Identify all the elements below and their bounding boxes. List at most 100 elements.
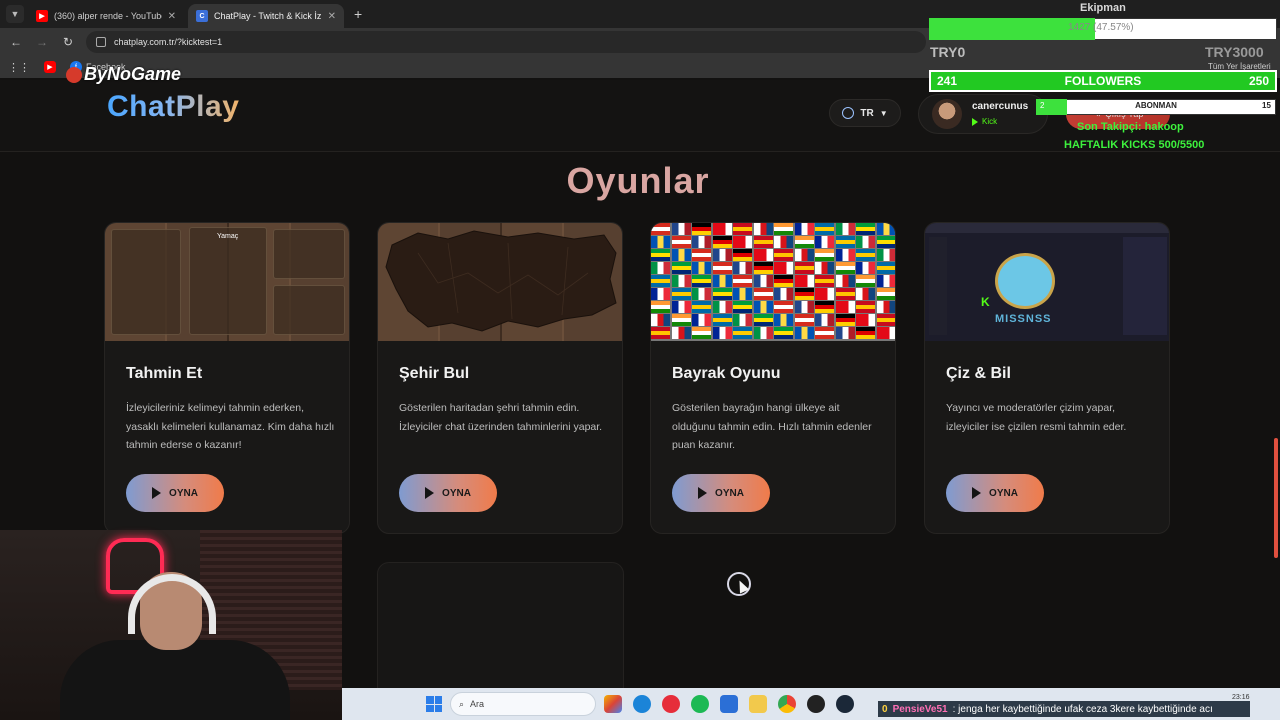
game-thumbnail[interactable]: Yamaç	[105, 223, 349, 341]
game-description: Yayıncı ve moderatörler çizim yapar, izl…	[946, 402, 1127, 433]
flag-tile-icon	[835, 262, 855, 274]
flag-tile-icon	[794, 301, 814, 313]
flag-tile-icon	[815, 223, 834, 235]
play-icon	[425, 487, 435, 499]
game-thumbnail[interactable]	[651, 223, 895, 341]
chatplay-logo[interactable]: ChatPlay	[107, 90, 239, 124]
game-title: Bayrak Oyunu	[672, 365, 781, 382]
chevron-down-icon: ▼	[879, 108, 888, 118]
flag-tile-icon	[671, 301, 691, 313]
media-player-icon[interactable]	[662, 695, 680, 713]
page-title: Oyunlar	[566, 160, 710, 201]
store-icon[interactable]	[720, 695, 738, 713]
page-scrollbar[interactable]	[1274, 438, 1278, 558]
game-card-bayrak-oyunu: Bayrak Oyunu Gösterilen bayrağın hangi ü…	[650, 222, 896, 534]
flag-tile-icon	[651, 275, 670, 287]
forward-icon[interactable]: →	[34, 35, 50, 49]
flag-tile-icon	[774, 275, 793, 287]
play-button[interactable]: OYNA	[126, 474, 224, 512]
site-info-icon[interactable]	[96, 37, 106, 47]
flag-tile-icon	[712, 327, 732, 339]
flag-tile-icon	[794, 262, 814, 274]
back-icon[interactable]: ←	[8, 35, 24, 49]
play-button[interactable]: OYNA	[946, 474, 1044, 512]
flag-tile-icon	[835, 223, 855, 235]
play-icon	[152, 487, 162, 499]
spotify-icon[interactable]	[691, 695, 709, 713]
flag-tile-icon	[692, 249, 711, 261]
flag-tile-icon	[692, 301, 711, 313]
copilot-icon[interactable]	[604, 695, 622, 713]
tab-chatplay[interactable]: C ChatPlay - Twitch & Kick İzleyici ✕	[188, 4, 344, 28]
flag-tile-icon	[835, 301, 855, 313]
taskbar-search[interactable]: ⌕ Ara	[450, 692, 596, 716]
flag-tile-icon	[876, 236, 895, 248]
address-bar[interactable]: chatplay.com.tr/?kicktest=1	[86, 31, 926, 53]
flag-tile-icon	[733, 327, 752, 339]
youtube-bookmark-icon[interactable]: ▶	[44, 61, 56, 73]
flag-tile-icon	[733, 301, 752, 313]
tab-title: ChatPlay - Twitch & Kick İzleyici	[214, 11, 322, 21]
steam-icon[interactable]	[836, 695, 854, 713]
tab-search-chevron-icon[interactable]: ▼	[6, 5, 24, 23]
url-text: chatplay.com.tr/?kicktest=1	[114, 37, 223, 47]
flag-tile-icon	[733, 314, 752, 326]
game-card-sehir-bul: Şehir Bul Gösterilen haritadan şehri tah…	[377, 222, 623, 534]
tab-youtube[interactable]: ▶ (360) alper rende - YouTube ✕	[28, 4, 184, 28]
obs-icon[interactable]	[807, 695, 825, 713]
chrome-icon[interactable]	[778, 695, 796, 713]
bynogame-logo-icon	[66, 66, 82, 83]
game-thumbnail[interactable]: K MISSNSS	[925, 223, 1169, 341]
flag-tile-icon	[774, 327, 793, 339]
flag-tile-icon	[774, 236, 793, 248]
flag-tile-icon	[815, 275, 834, 287]
apps-grid-icon[interactable]: ⋮⋮	[8, 61, 30, 74]
tab-title: (360) alper rende - YouTube	[54, 11, 162, 21]
avatar	[932, 99, 962, 129]
flag-tile-icon	[794, 288, 814, 300]
flag-tile-icon	[876, 288, 895, 300]
close-tab-icon[interactable]: ✕	[328, 11, 336, 22]
subs-count: 15	[1262, 101, 1271, 110]
flag-tile-icon	[876, 314, 895, 326]
flag-tile-icon	[835, 327, 855, 339]
flag-tile-icon	[712, 314, 732, 326]
windows-start-icon[interactable]	[426, 696, 442, 712]
game-title: Tahmin Et	[126, 365, 203, 382]
flag-tile-icon	[753, 275, 773, 287]
flag-tile-icon	[712, 288, 732, 300]
flag-tile-icon	[671, 314, 691, 326]
flag-tile-icon	[651, 236, 670, 248]
flag-tile-icon	[733, 275, 752, 287]
new-tab-button[interactable]: +	[348, 6, 368, 22]
flag-tile-icon	[712, 249, 732, 261]
game-description: İzleyicileriniz kelimeyi tahmin ederken,…	[126, 402, 335, 451]
flag-tile-icon	[835, 236, 855, 248]
flag-tile-icon	[651, 223, 670, 235]
goal-max: TRY3000	[1205, 44, 1264, 60]
flag-tile-icon	[692, 223, 711, 235]
flag-tile-icon	[815, 327, 834, 339]
language-selector[interactable]: TR ▼	[829, 99, 901, 127]
streamer-body	[60, 640, 290, 720]
game-card-ciz-bil: K MISSNSS Çiz & Bil Yayıncı ve moderatör…	[924, 222, 1170, 534]
flag-tile-icon	[753, 288, 773, 300]
play-button[interactable]: OYNA	[399, 474, 497, 512]
file-explorer-icon[interactable]	[749, 695, 767, 713]
close-tab-icon[interactable]: ✕	[168, 11, 176, 22]
flag-tile-icon	[753, 314, 773, 326]
flag-tile-icon	[712, 301, 732, 313]
language-label: TR	[860, 107, 874, 119]
platform-badge: Kick	[972, 117, 997, 126]
play-button[interactable]: OYNA	[672, 474, 770, 512]
flag-tile-icon	[856, 301, 875, 313]
play-icon	[972, 487, 982, 499]
flag-tile-icon	[671, 236, 691, 248]
game-description: Gösterilen haritadan şehri tahmin edin. …	[399, 402, 603, 433]
game-thumbnail[interactable]	[378, 223, 622, 341]
game-description: Gösterilen bayrağın hangi ülkeye ait old…	[672, 402, 872, 451]
flag-tile-icon	[815, 301, 834, 313]
reload-icon[interactable]: ↻	[60, 35, 76, 49]
edge-icon[interactable]	[633, 695, 651, 713]
taskbar-clock[interactable]: 23:16	[1232, 694, 1250, 701]
